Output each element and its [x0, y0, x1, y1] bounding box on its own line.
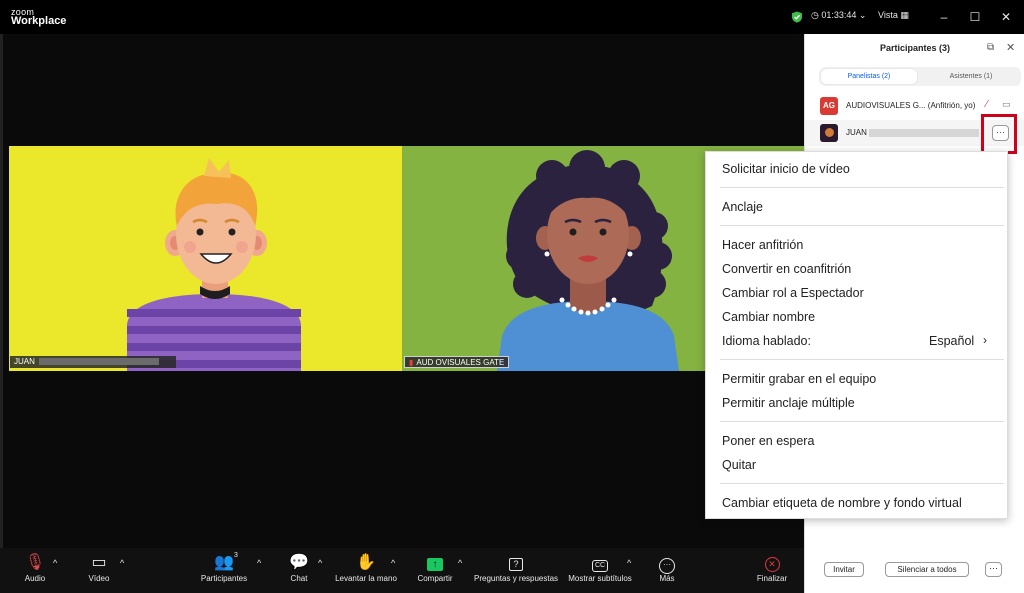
video-label: Vídeo [88, 574, 110, 583]
window-left-edge [0, 34, 3, 593]
raise-hand-label: Levantar la mano [335, 574, 397, 583]
audio-button[interactable]: 🎙 Audio [20, 552, 50, 583]
menu-item-pin[interactable]: Anclaje [722, 200, 763, 214]
captions-options-caret[interactable]: ^ [627, 558, 631, 568]
end-icon: ✕ [754, 552, 790, 574]
raise-hand-options-caret[interactable]: ^ [391, 558, 395, 568]
zoom-window: zoom Workplace ◷ 01:33:44 ⌄ Vista ▦ – ☐ … [0, 0, 1024, 593]
panel-more-button[interactable]: ··· [985, 562, 1002, 577]
invite-button[interactable]: Invitar [824, 562, 864, 577]
captions-label: Mostrar subtítulos [568, 574, 632, 583]
share-screen-icon: ↑ [414, 552, 456, 574]
share-label: Compartir [417, 574, 453, 583]
cc-icon: CC [566, 552, 634, 574]
participants-icon: 👥 [214, 554, 234, 571]
redacted-name [869, 129, 979, 137]
chat-label: Chat [290, 574, 308, 583]
security-shield-icon[interactable] [791, 11, 803, 23]
menu-item-make-cohost[interactable]: Convertir en coanfitrión [722, 262, 851, 276]
maximize-button[interactable]: ☐ [966, 8, 984, 26]
qa-button[interactable]: ? Preguntas y respuestas [474, 552, 558, 583]
participant-context-menu: Solicitar inicio de vídeo Anclaje Hacer … [705, 151, 1008, 519]
menu-item-rename[interactable]: Cambiar nombre [722, 310, 815, 324]
mute-all-button[interactable]: Silenciar a todos [885, 562, 969, 577]
menu-item-change-role[interactable]: Cambiar rol a Espectador [722, 286, 864, 300]
video-options-caret[interactable]: ^ [120, 558, 124, 568]
mic-muted-icon: ▮ [409, 358, 414, 367]
captions-button[interactable]: CC Mostrar subtítulos [566, 552, 634, 583]
hand-icon: ✋ [356, 554, 376, 571]
participant-name: AUDIOVISUALES G... (Anfitrión, yo) [846, 101, 976, 110]
view-button[interactable]: Vista ▦ [878, 10, 909, 21]
tab-attendees[interactable]: Asistentes (1) [923, 69, 1019, 84]
close-panel-icon[interactable]: ✕ [1006, 41, 1015, 54]
menu-divider [720, 421, 1004, 422]
menu-item-put-on-hold[interactable]: Poner en espera [722, 434, 814, 448]
menu-divider [720, 483, 1004, 484]
video-tile-juan[interactable]: JUAN [9, 146, 402, 371]
participants-label: Participantes [200, 574, 248, 583]
menu-divider [720, 225, 1004, 226]
participants-button[interactable]: 👥 Participantes [198, 552, 250, 583]
participant-tabs: Panelistas (2) Asistentes (1) [819, 67, 1021, 86]
more-button[interactable]: ··· Más [652, 552, 682, 583]
name-tag-juan: JUAN [10, 356, 176, 368]
minimize-button[interactable]: – [935, 8, 953, 26]
avatar-man-illustration [9, 146, 402, 371]
chevron-right-icon: › [983, 333, 987, 347]
more-label: Más [659, 574, 675, 583]
menu-item-change-name-tag[interactable]: Cambiar etiqueta de nombre y fondo virtu… [722, 496, 962, 510]
menu-divider [720, 359, 1004, 360]
avatar [820, 124, 838, 142]
logo-workplace-text: Workplace [11, 15, 67, 27]
participant-name: JUAN [846, 128, 867, 137]
name-tag-text: AUD OVISUALES GATE [416, 358, 505, 367]
name-tag-text: JUAN [14, 357, 35, 366]
mic-muted-icon[interactable]: ⁄ [986, 99, 988, 110]
menu-item-remove[interactable]: Quitar [722, 458, 756, 472]
redacted-name [38, 358, 159, 366]
title-bar: zoom Workplace ◷ 01:33:44 ⌄ Vista ▦ – ☐ … [0, 0, 1024, 34]
participants-options-caret[interactable]: ^ [257, 558, 261, 568]
chat-options-caret[interactable]: ^ [318, 558, 322, 568]
end-meeting-button[interactable]: ✕ Finalizar [754, 552, 790, 583]
raise-hand-button[interactable]: ✋ Levantar la mano [334, 552, 398, 583]
spoken-language-value[interactable]: Español [929, 334, 974, 348]
highlight-box [981, 114, 1017, 154]
meeting-timer[interactable]: ◷ 01:33:44 ⌄ [811, 10, 866, 21]
name-tag-audiovisuales: ▮ AUD OVISUALES GATE [404, 356, 510, 368]
end-label: Finalizar [756, 574, 788, 583]
audio-label: Audio [24, 574, 46, 583]
menu-divider [720, 187, 1004, 188]
more-icon: ··· [652, 552, 682, 574]
close-window-button[interactable]: ✕ [997, 8, 1015, 26]
qa-label: Preguntas y respuestas [474, 574, 559, 583]
chat-button[interactable]: 💬 Chat [284, 552, 314, 583]
question-icon: ? [474, 552, 558, 574]
panel-footer: Invitar Silenciar a todos ··· [805, 558, 1024, 582]
menu-item-spoken-language[interactable]: Idioma hablado: [722, 334, 811, 348]
video-camera-icon: ▭ [91, 554, 107, 571]
video-camera-icon[interactable]: ▭ [1002, 99, 1011, 110]
share-options-caret[interactable]: ^ [458, 558, 462, 568]
share-button[interactable]: ↑ Compartir [414, 552, 456, 583]
menu-item-allow-local-record[interactable]: Permitir grabar en el equipo [722, 372, 876, 386]
chat-icon: 💬 [289, 554, 309, 571]
menu-item-allow-multipin[interactable]: Permitir anclaje múltiple [722, 396, 855, 410]
menu-item-make-host[interactable]: Hacer anfitrión [722, 238, 803, 252]
popout-icon[interactable]: ⧉ [987, 42, 994, 53]
audio-options-caret[interactable]: ^ [53, 558, 57, 568]
meeting-toolbar: 🎙 Audio ^ ▭ Vídeo ^ 👥 Participantes 3 ^ … [0, 548, 804, 593]
participants-count: 3 [234, 552, 238, 559]
video-button[interactable]: ▭ Vídeo [84, 552, 114, 583]
avatar: AG [820, 97, 838, 115]
tab-panelists[interactable]: Panelistas (2) [821, 69, 917, 84]
mic-muted-icon: 🎙 [24, 554, 46, 571]
menu-item-request-video[interactable]: Solicitar inicio de vídeo [722, 162, 850, 176]
